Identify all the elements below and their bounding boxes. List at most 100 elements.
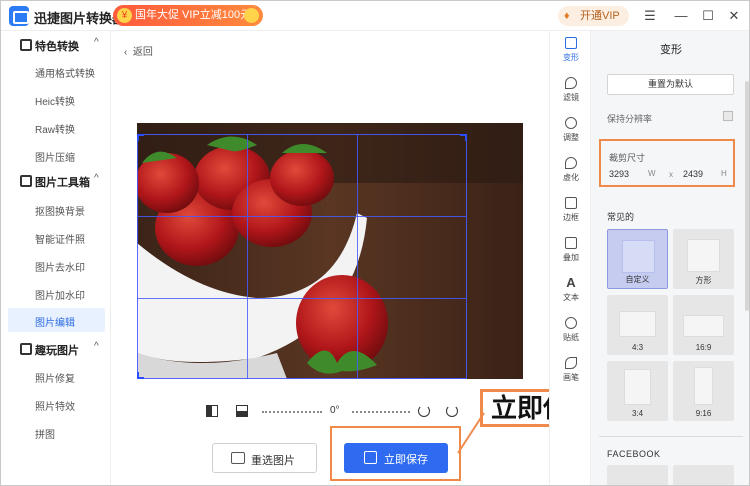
sidebar-item-label: 照片特效 — [35, 402, 75, 413]
filter-icon — [565, 77, 577, 89]
flip-horizontal-icon[interactable] — [206, 405, 218, 417]
sidebar-item-format[interactable]: 通用格式转换 — [1, 59, 111, 83]
rail-label: 滤镜 — [563, 93, 579, 102]
sidebar-item-label: 通用格式转换 — [35, 69, 95, 80]
promo-text: 国年大促 VIP立减100元 — [135, 9, 252, 21]
preset-9-16[interactable]: 9:16 — [673, 361, 734, 421]
editor-workspace: ‹ 返回 0° 重选图片 立即保存 立即保存 — [112, 31, 606, 485]
rail-text[interactable]: A 文本 — [550, 271, 592, 311]
sidebar-category-special[interactable]: 特色转换 ^ — [1, 33, 111, 57]
ratio-4-3-icon — [619, 311, 656, 337]
crop-size-section: 裁剪尺寸 3293 W x 2439 H — [599, 139, 735, 187]
rail-brush[interactable]: 画笔 — [550, 351, 592, 391]
app-logo-icon — [9, 6, 29, 26]
sidebar-item-remove-watermark[interactable]: 图片去水印 — [1, 253, 111, 277]
text-icon: A — [566, 275, 576, 290]
sidebar-item-effects[interactable]: 照片特效 — [1, 392, 111, 416]
fun-icon — [20, 343, 32, 355]
rotate-slider-left[interactable] — [262, 411, 322, 413]
crop-frame[interactable] — [137, 134, 467, 379]
callout-pointer — [457, 412, 485, 454]
promo-icon: ¥ — [117, 8, 132, 23]
sidebar-item-label: Raw转换 — [35, 125, 76, 136]
rail-border[interactable]: 边框 — [550, 191, 592, 231]
rail-adjust[interactable]: 调整 — [550, 111, 592, 151]
maximize-icon[interactable]: ☐ — [699, 7, 717, 25]
crop-grid-line — [357, 134, 358, 379]
reset-default-button[interactable]: 重置为默认 — [607, 74, 734, 95]
crop-handle[interactable] — [460, 134, 467, 141]
rail-label: 画笔 — [563, 373, 579, 382]
app-window: 迅捷图片转换器 ¥ 国年大促 VIP立减100元 ♦ 开通VIP ☰ — ☐ ✕… — [0, 0, 750, 486]
preset-facebook-2[interactable] — [673, 465, 734, 485]
ratio-16-9-icon — [683, 315, 724, 337]
settings-panel: 变形 重置为默认 保持分辨率 裁剪尺寸 3293 W x 2439 H 常见的 … — [591, 31, 749, 485]
sidebar-item-label: 照片修复 — [35, 374, 75, 385]
square-shape-icon — [687, 239, 720, 272]
sidebar-item-label: 智能证件照 — [35, 235, 85, 246]
reselect-label: 重选图片 — [251, 455, 295, 467]
title-bar: 迅捷图片转换器 ¥ 国年大促 VIP立减100元 ♦ 开通VIP ☰ — ☐ ✕ — [1, 1, 749, 31]
image-canvas[interactable] — [137, 123, 523, 379]
preset-16-9[interactable]: 16:9 — [673, 295, 734, 355]
back-button[interactable]: ‹ 返回 — [124, 43, 153, 58]
vip-button[interactable]: ♦ 开通VIP — [558, 6, 629, 26]
sticker-icon — [565, 317, 577, 329]
keep-resolution-checkbox[interactable] — [723, 111, 733, 121]
preset-label: 自定义 — [625, 275, 650, 284]
close-icon[interactable]: ✕ — [725, 7, 743, 25]
preset-label: 16:9 — [695, 343, 712, 352]
preset-3-4[interactable]: 3:4 — [607, 361, 668, 421]
rotate-slider-right[interactable] — [352, 411, 410, 413]
custom-shape-icon — [622, 240, 655, 273]
preset-square[interactable]: 方形 — [673, 229, 734, 289]
flip-vertical-icon[interactable] — [236, 405, 248, 417]
panel-title: 变形 — [660, 44, 682, 56]
facebook-section-label: FACEBOOK — [607, 449, 661, 459]
sidebar-item-edit[interactable]: 图片编辑 — [8, 308, 105, 332]
chevron-up-icon: ^ — [94, 341, 99, 352]
rail-sticker[interactable]: 贴纸 — [550, 311, 592, 351]
preset-4-3[interactable]: 4:3 — [607, 295, 668, 355]
category-label: 趣玩图片 — [35, 345, 79, 357]
rail-filter[interactable]: 滤镜 — [550, 71, 592, 111]
rotation-angle: 0° — [330, 405, 340, 416]
crop-icon — [565, 37, 577, 49]
width-input[interactable]: 3293 — [609, 169, 629, 179]
save-label: 立即保存 — [384, 454, 428, 466]
sidebar-item-label: 图片去水印 — [35, 263, 85, 274]
preset-label: 4:3 — [631, 343, 644, 352]
rotate-left-icon[interactable] — [418, 405, 430, 417]
minimize-icon[interactable]: — — [672, 7, 690, 25]
rail-transform[interactable]: 变形 — [550, 31, 592, 71]
sidebar-item-compress[interactable]: 图片压缩 — [1, 143, 111, 167]
sidebar-item-heic[interactable]: Heic转换 — [1, 87, 111, 111]
menu-icon[interactable]: ☰ — [641, 7, 659, 25]
sidebar-item-raw[interactable]: Raw转换 — [1, 115, 111, 139]
height-input[interactable]: 2439 — [683, 169, 703, 179]
sidebar-category-toolbox[interactable]: 图片工具箱 ^ — [1, 169, 111, 193]
rail-blur[interactable]: 虚化 — [550, 151, 592, 191]
preset-facebook-1[interactable] — [607, 465, 668, 485]
preset-custom[interactable]: 自定义 — [607, 229, 668, 289]
reselect-image-button[interactable]: 重选图片 — [212, 443, 317, 473]
sidebar-category-fun[interactable]: 趣玩图片 ^ — [1, 337, 111, 361]
save-icon — [364, 451, 377, 464]
sidebar-item-collage[interactable]: 拼图 — [1, 420, 111, 444]
promo-banner[interactable]: ¥ 国年大促 VIP立减100元 — [113, 5, 263, 26]
sidebar-item-id-photo[interactable]: 智能证件照 — [1, 225, 111, 249]
sidebar-item-cutout[interactable]: 抠图换背景 — [1, 197, 111, 221]
app-title: 迅捷图片转换器 — [34, 11, 126, 26]
save-now-button[interactable]: 立即保存 — [344, 443, 448, 473]
crop-size-title: 裁剪尺寸 — [609, 153, 646, 163]
crop-handle[interactable] — [137, 134, 144, 141]
chevron-up-icon: ^ — [94, 37, 99, 48]
crop-grid-line — [247, 134, 248, 379]
panel-scrollbar[interactable] — [745, 81, 749, 311]
rail-overlay[interactable]: 叠加 — [550, 231, 592, 271]
sidebar-item-add-watermark[interactable]: 图片加水印 — [1, 281, 111, 305]
ratio-9-16-icon — [694, 367, 713, 405]
crop-handle[interactable] — [137, 372, 144, 379]
sidebar-item-repair[interactable]: 照片修复 — [1, 364, 111, 388]
preset-label: 3:4 — [631, 409, 644, 418]
